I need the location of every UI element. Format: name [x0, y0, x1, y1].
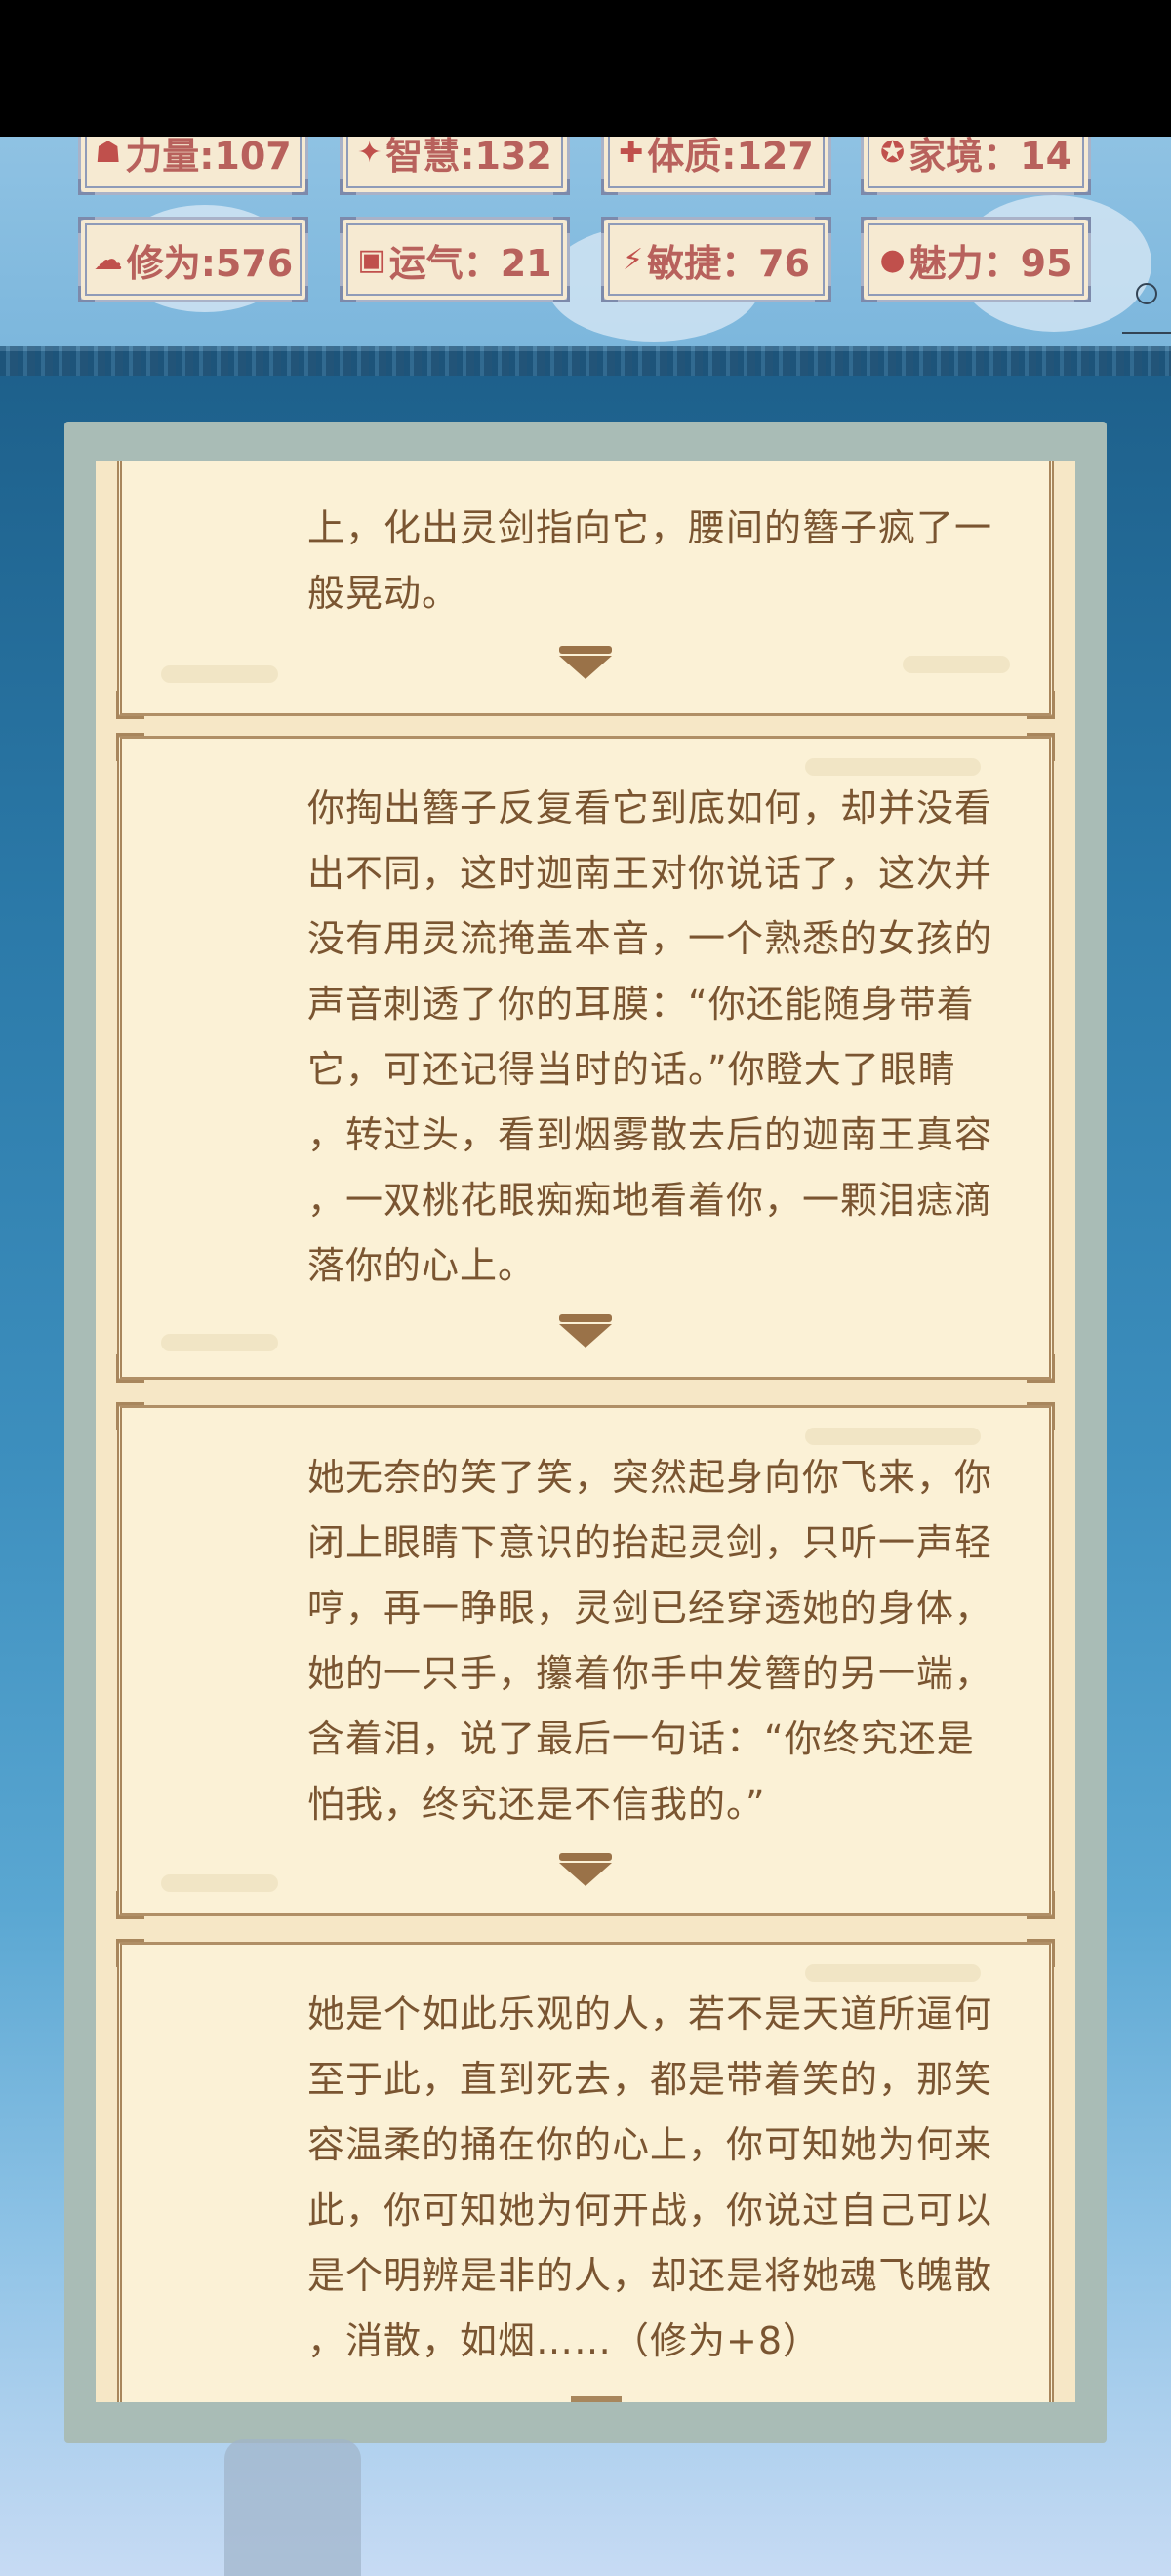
- story-card-4: 她是个如此乐观的人，若不是天道所逼何 至于此，直到死去，都是带着笑的，那笑 容温…: [116, 1939, 1055, 2402]
- continue-arrow-icon[interactable]: [559, 1314, 612, 1348]
- constitution-icon: ✚: [619, 135, 644, 170]
- charm-icon: ●: [879, 242, 906, 277]
- story-text: 你掏出簪子反复看它到底如何，却并没看 出不同，这时迦南王对你说话了，这次并 没有…: [307, 786, 993, 1287]
- story-text: 她是个如此乐观的人，若不是天道所逼何 至于此，直到死去，都是带着笑的，那笑 容温…: [307, 1992, 993, 2362]
- agility-icon: ⚡: [623, 242, 644, 277]
- story-card-2: 你掏出簪子反复看它到底如何，却并没看 出不同，这时迦南王对你说话了，这次并 没有…: [116, 733, 1055, 1383]
- stat-cultivation: ☁ 修为:576: [78, 217, 308, 302]
- ink-brush-edge: [0, 346, 1171, 376]
- stat-agility: ⚡ 敏捷：76: [601, 217, 831, 302]
- cultivation-icon: ☁: [93, 242, 123, 277]
- realm-icon: ✪: [879, 135, 906, 170]
- stat-charm-label: 魅力：95: [909, 241, 1072, 285]
- story-card-1: 上，化出灵剑指向它，腰间的簪子疯了一 般晃动。: [116, 461, 1055, 719]
- stat-cultivation-label: 修为:576: [126, 241, 294, 285]
- story-log[interactable]: 上，化出灵剑指向它，腰间的簪子疯了一 般晃动。 你掏出簪子反复看它到底如何，却并…: [96, 461, 1075, 2402]
- side-ornament-icon: [1122, 283, 1171, 342]
- stat-luck-label: 运气：21: [388, 241, 552, 285]
- story-text: 她无奈的笑了笑，突然起身向你飞来，你 闭上眼睛下意识的抬起灵剑，只听一声轻 哼，…: [307, 1456, 993, 1826]
- pillar-decoration: [224, 2439, 361, 2576]
- stat-luck: ▣ 运气：21: [340, 217, 570, 302]
- continue-arrow-icon[interactable]: [571, 2396, 622, 2402]
- stat-agility-label: 敏捷：76: [647, 241, 810, 285]
- story-card-3: 她无奈的笑了笑，突然起身向你飞来，你 闭上眼睛下意识的抬起灵剑，只听一声轻 哼，…: [116, 1402, 1055, 1919]
- luck-icon: ▣: [357, 242, 385, 277]
- continue-arrow-icon[interactable]: [559, 646, 612, 679]
- status-bar: [0, 0, 1171, 137]
- stat-charm: ● 魅力：95: [861, 217, 1091, 302]
- strength-icon: ☗: [95, 135, 122, 170]
- wisdom-icon: ✦: [357, 135, 383, 170]
- continue-arrow-icon[interactable]: [559, 1853, 612, 1886]
- story-text: 上，化出灵剑指向它，腰间的簪子疯了一 般晃动。: [307, 506, 993, 615]
